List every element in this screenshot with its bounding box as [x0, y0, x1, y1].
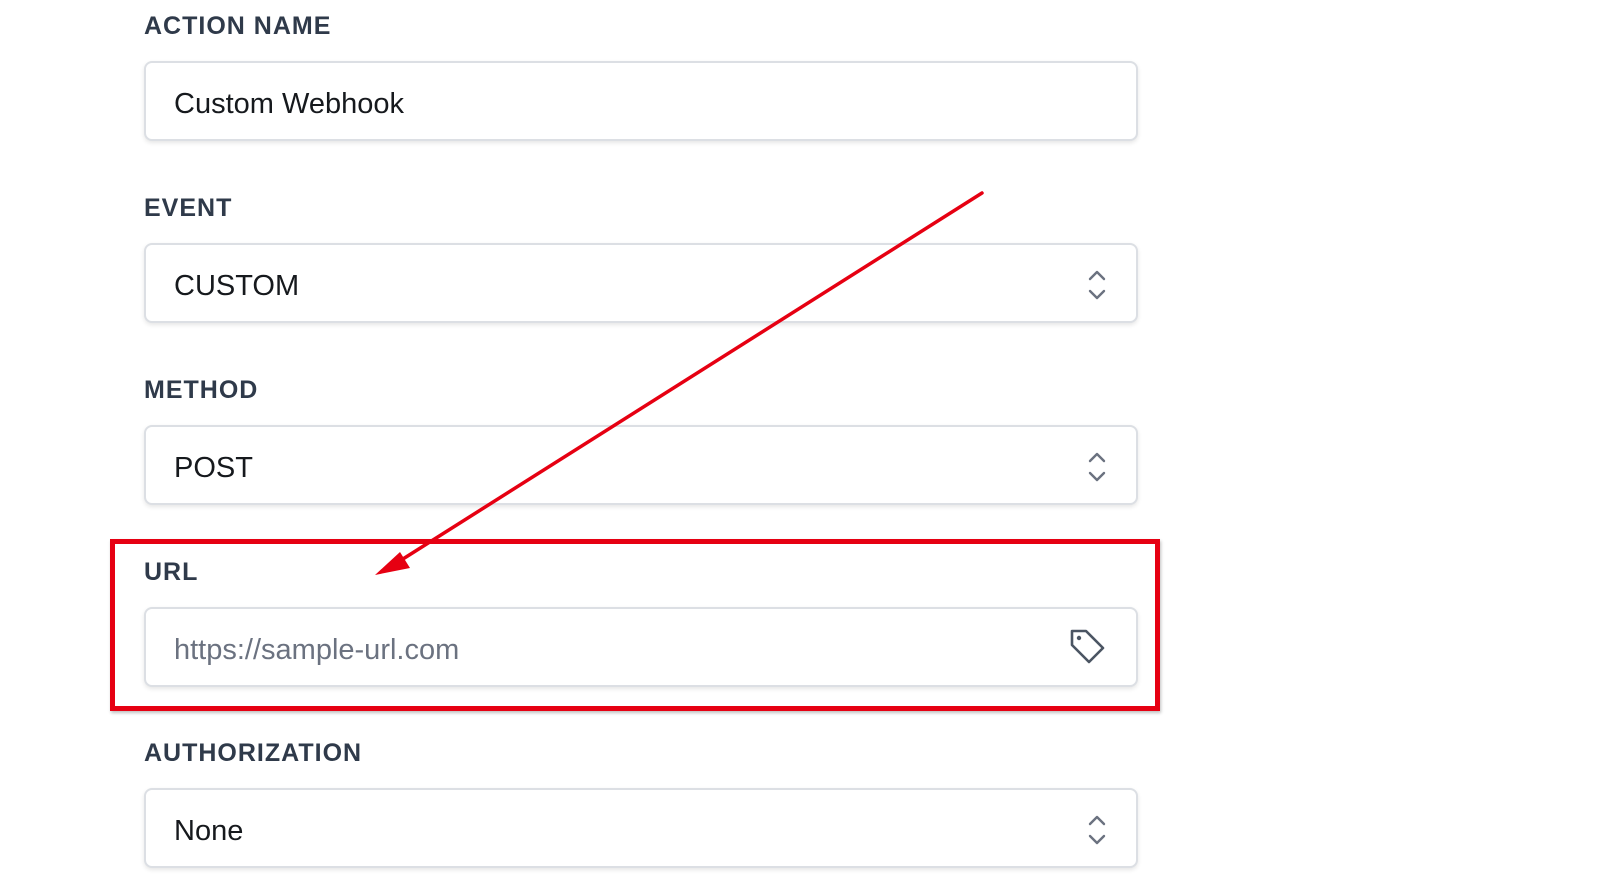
chevron-up-down-icon: [1088, 270, 1106, 300]
authorization-value: None: [174, 815, 244, 847]
authorization-label: AUTHORIZATION: [144, 739, 363, 767]
event-value: CUSTOM: [174, 270, 300, 302]
authorization-select[interactable]: None: [144, 788, 1138, 868]
url-highlight-box: [110, 539, 1160, 711]
action-name-input[interactable]: Custom Webhook: [144, 61, 1138, 141]
action-name-label: ACTION NAME: [144, 12, 332, 40]
method-select[interactable]: POST: [144, 425, 1138, 505]
chevron-up-down-icon: [1088, 452, 1106, 482]
method-value: POST: [174, 452, 253, 484]
method-label: METHOD: [144, 376, 259, 404]
event-select[interactable]: CUSTOM: [144, 243, 1138, 323]
event-label: EVENT: [144, 194, 233, 222]
action-name-value: Custom Webhook: [174, 88, 404, 120]
chevron-up-down-icon: [1088, 815, 1106, 845]
